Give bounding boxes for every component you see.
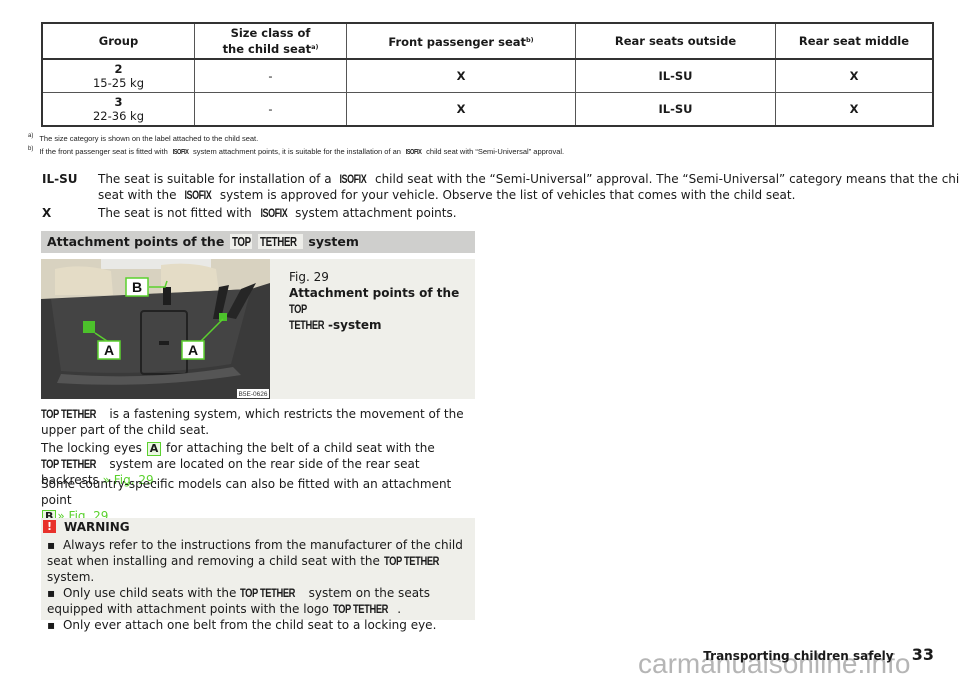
legend-value: The seat is not fitted with ISOFIX syste… [98, 206, 457, 220]
legend-x: X The seat is not fitted with ISOFIX sys… [42, 205, 942, 221]
top-tether-logo: TOP TETHER [41, 457, 97, 471]
warning-item: Always refer to the instructions from th… [47, 537, 471, 585]
header-group: Group [41, 22, 195, 60]
isofix-logo: ISOFIX [405, 147, 422, 156]
tether-logo: TETHER [258, 234, 304, 249]
section-heading: Attachment points of the TOP TETHER syst… [41, 231, 475, 253]
footnote-b: b) If the front passenger seat is fitted … [28, 146, 565, 156]
table-row: 2 15-25 kg - X IL-SU X [41, 58, 934, 93]
top-tether-logo: TOP TETHER [240, 586, 296, 600]
warning-list: Always refer to the instructions from th… [47, 537, 471, 633]
legend-value: The seat is suitable for installation of… [98, 172, 960, 202]
cell-group: 2 15-25 kg [41, 58, 195, 93]
figure-box: B A A B5E-0626 Fig. 29 Attachment points… [41, 259, 475, 399]
legend-key: IL-SU [42, 172, 78, 186]
isofix-logo: ISOFIX [260, 206, 287, 220]
cell-front: X [346, 92, 576, 127]
header-front-passenger: Front passenger seatb) [346, 22, 576, 60]
figure-number: Fig. 29 [289, 270, 329, 284]
paragraph-country-specific: Some country-specific models can also be… [41, 477, 452, 524]
isofix-logo: ISOFIX [172, 147, 189, 156]
isofix-logo: ISOFIX [184, 188, 212, 202]
warning-item: Only ever attach one belt from the child… [47, 617, 471, 633]
cell-size-class: - [194, 58, 347, 93]
top-tether-logo: TOP TETHER [332, 602, 388, 616]
table-header-row: Group Size class of the child seata) Fron… [41, 22, 934, 60]
anchor-highlight [83, 321, 95, 333]
figure-title: Attachment points of the TOP TETHER -syst… [289, 286, 460, 332]
warning-icon: ! [43, 520, 56, 533]
cell-size-class: - [194, 92, 347, 127]
warning-item: Only use child seats with the TOP TETHER… [47, 585, 471, 617]
cell-rear-outside: IL-SU [575, 58, 776, 93]
callout-a: A [104, 342, 114, 358]
figure-caption: Fig. 29 Attachment points of the TOP TET… [289, 269, 469, 333]
label-a: A [146, 442, 162, 456]
header-rear-middle: Rear seat middle [775, 22, 934, 60]
trunk-illustration: B A A B5E-0626 [41, 259, 270, 399]
callout-b: B [132, 279, 142, 295]
top-tether-logo: TOP TETHER [41, 407, 97, 421]
cell-group: 3 22-36 kg [41, 92, 195, 127]
callout-a: A [188, 342, 198, 358]
image-code: B5E-0626 [239, 391, 268, 398]
trunk-photo: B A A B5E-0626 [41, 259, 270, 399]
header-rear-outside: Rear seats outside [575, 22, 776, 60]
paragraph-intro: TOP TETHER is a fastening system, which … [41, 407, 464, 437]
cell-front: X [346, 58, 576, 93]
child-seat-table: Group Size class of the child seata) Fron… [41, 22, 934, 127]
warning-title: WARNING [64, 520, 130, 534]
chapter-title: Transporting children safely [703, 649, 894, 663]
isofix-logo: ISOFIX [339, 172, 367, 186]
header-size-class: Size class of the child seata) [194, 22, 347, 60]
page-number: 33 [911, 645, 934, 664]
cell-rear-outside: IL-SU [575, 92, 776, 127]
page-footer: Transporting children safely 33 [703, 645, 934, 664]
top-tether-logo: TOP TETHER [383, 554, 439, 568]
table-row: 3 22-36 kg - X IL-SU X [41, 92, 934, 127]
footnote-a: a) The size category is shown on the labe… [28, 133, 259, 143]
warning-box: ! WARNING Always refer to the instructio… [41, 518, 475, 632]
top-logo: TOP [229, 234, 252, 249]
legend-il-su: IL-SU The seat is suitable for installat… [42, 171, 960, 203]
legend-key: X [42, 206, 52, 220]
cell-rear-middle: X [775, 92, 934, 127]
cell-rear-middle: X [775, 58, 934, 93]
